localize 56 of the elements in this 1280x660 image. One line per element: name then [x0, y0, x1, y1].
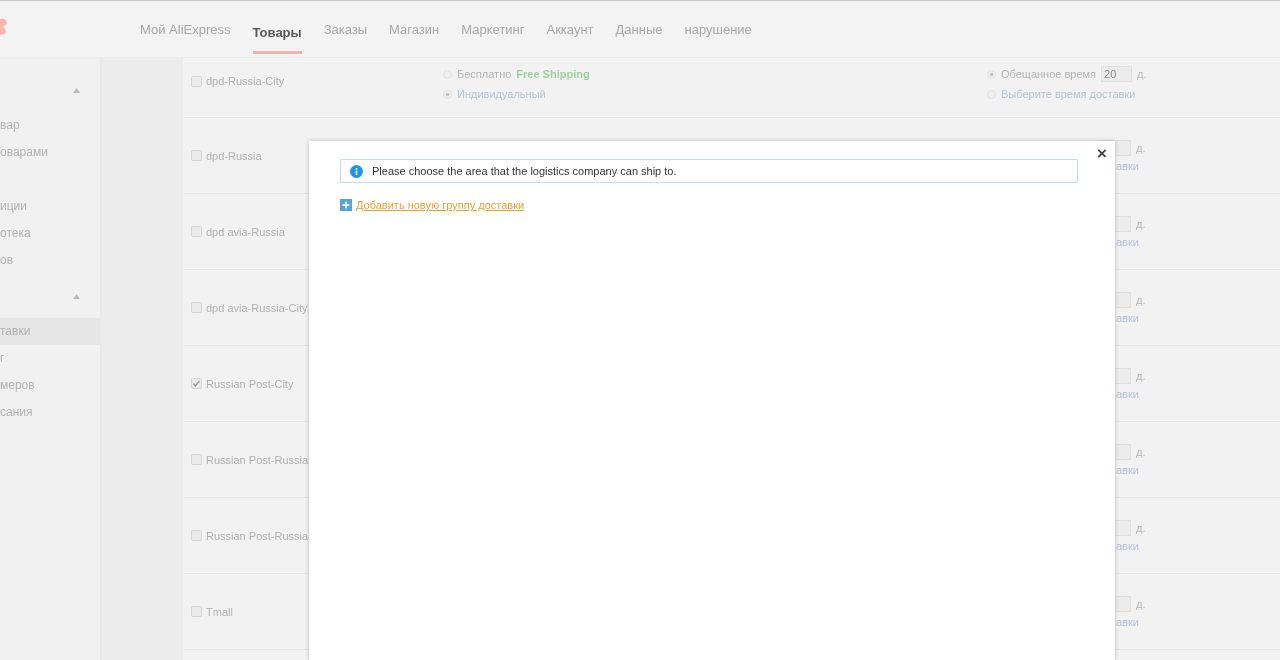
- sidebar-item[interactable]: меров: [0, 372, 100, 399]
- delivery-time-link[interactable]: Выберите время доставки: [1001, 88, 1136, 100]
- radio-button[interactable]: [443, 89, 452, 99]
- info-icon: [350, 164, 363, 178]
- nav-tab[interactable]: Товары: [252, 10, 302, 54]
- sidebar-item[interactable]: отека: [0, 220, 100, 247]
- nav-tab[interactable]: Аккаунт: [546, 7, 594, 51]
- nav-tab[interactable]: Магазин: [389, 7, 440, 51]
- unit-label: д.: [1136, 293, 1146, 306]
- nav-tab[interactable]: Мой AliExpress: [140, 7, 231, 51]
- carrier-name: Tmall: [206, 605, 233, 618]
- nav-tab[interactable]: нарушение: [684, 7, 752, 51]
- option-label: Индивидуальный: [457, 88, 546, 100]
- checkbox[interactable]: [191, 606, 202, 617]
- sidebar-item[interactable]: ов: [0, 247, 100, 274]
- carrier-name: Russian Post-Russia: [206, 453, 309, 466]
- unit-label: д.: [1136, 597, 1146, 610]
- checkbox[interactable]: [191, 378, 202, 389]
- checkbox[interactable]: [191, 226, 202, 237]
- radio-button[interactable]: [987, 69, 996, 79]
- checkbox[interactable]: [191, 150, 202, 161]
- checkbox[interactable]: [191, 454, 202, 465]
- unit-label: д.: [1136, 445, 1146, 458]
- carrier-name: Russian Post-Russia-: [206, 529, 312, 542]
- nav-tab[interactable]: Заказы: [323, 7, 368, 51]
- free-shipping-label: Free Shipping: [516, 68, 590, 80]
- unit-label: д.: [1136, 369, 1146, 382]
- sidebar-item[interactable]: иции: [0, 193, 100, 220]
- notice-text: Please choose the area that the logistics company can ship to.: [372, 165, 677, 177]
- checkbox[interactable]: [191, 75, 202, 87]
- add-group-link[interactable]: Добавить новую группу доставки: [356, 199, 525, 211]
- sidebar-item[interactable]: вар: [0, 112, 100, 139]
- unit-label: д.: [1136, 217, 1146, 230]
- sidebar-item[interactable]: оварами: [0, 139, 100, 166]
- days-field[interactable]: 20: [1101, 66, 1133, 82]
- plus-icon: [340, 199, 352, 211]
- option-label: Бесплатно: [457, 68, 512, 80]
- unit-label: д.: [1136, 141, 1146, 154]
- caret-up-icon[interactable]: [73, 293, 80, 299]
- carrier-name: dpd avia-Russia: [206, 225, 285, 238]
- nav-tab[interactable]: Маркетинг: [461, 7, 525, 51]
- carrier-name: dpd-Russia-City: [206, 75, 285, 87]
- unit-label: д.: [1137, 68, 1147, 80]
- logo-icon: [0, 16, 8, 38]
- close-button[interactable]: ×: [1097, 145, 1107, 163]
- carrier-name: dpd-Russia: [206, 149, 262, 162]
- sidebar-item[interactable]: г: [0, 345, 100, 372]
- unit-label: д.: [1136, 521, 1146, 534]
- nav-tab[interactable]: Данные: [615, 7, 663, 51]
- checkbox[interactable]: [191, 302, 202, 313]
- carrier-name: dpd avia-Russia-City: [206, 301, 308, 314]
- sidebar-item[interactable]: сания: [0, 399, 100, 426]
- checkbox[interactable]: [191, 530, 202, 541]
- carrier-name: Russian Post-City: [206, 377, 294, 390]
- caret-up-icon[interactable]: [73, 87, 80, 93]
- option-label: Обещанное время: [1001, 68, 1097, 80]
